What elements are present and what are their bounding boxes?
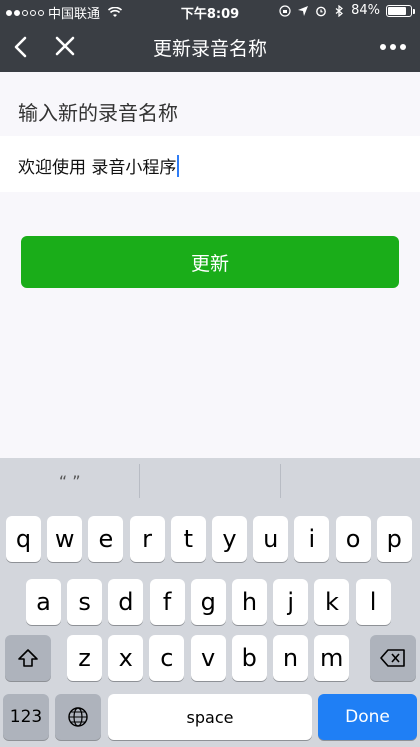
key-u[interactable]: u	[253, 516, 289, 562]
input-text: 欢迎使用 录音小程序	[18, 158, 177, 178]
key-f[interactable]: f	[149, 579, 185, 625]
name-input-value[interactable]: 欢迎使用 录音小程序	[18, 153, 180, 178]
key-a[interactable]: a	[26, 579, 61, 625]
key-q[interactable]: q	[6, 516, 41, 562]
key-n[interactable]: n	[273, 635, 308, 681]
key-p[interactable]: p	[376, 516, 412, 562]
status-right: 84%	[279, 3, 415, 18]
suggestion-empty[interactable]	[281, 458, 420, 504]
keyboard: “ ” q w e r t y u i o p a s d f g h j k l z x c v b n m 123 space Do…	[0, 458, 420, 747]
key-k[interactable]: k	[314, 579, 350, 625]
shift-key[interactable]	[5, 635, 51, 681]
key-o[interactable]: o	[335, 516, 371, 562]
key-j[interactable]: j	[273, 579, 309, 625]
key-t[interactable]: t	[170, 516, 206, 562]
backspace-icon	[380, 649, 405, 667]
battery-level	[388, 6, 407, 15]
key-d[interactable]: d	[108, 579, 144, 625]
done-key[interactable]: Done	[318, 694, 417, 740]
page-title: 更新录音名称	[152, 38, 267, 60]
header: 中国联通 下午8:09 84% 更新录音名称	[0, 0, 420, 72]
space-key[interactable]: space	[108, 694, 312, 740]
suggestion-quotes[interactable]: “ ”	[0, 458, 139, 504]
status-bar: 中国联通 下午8:09 84%	[0, 0, 420, 22]
location-icon	[298, 5, 309, 16]
battery-icon	[386, 4, 415, 17]
backspace-key[interactable]	[370, 635, 416, 681]
key-y[interactable]: y	[212, 516, 247, 562]
key-e[interactable]: e	[88, 516, 124, 562]
key-x[interactable]: x	[108, 635, 144, 681]
key-m[interactable]: m	[314, 635, 350, 681]
key-s[interactable]: s	[67, 579, 103, 625]
key-r[interactable]: r	[129, 516, 165, 562]
language-key[interactable]	[55, 694, 101, 740]
key-z[interactable]: z	[67, 635, 102, 681]
suggestion-bar: “ ”	[0, 458, 420, 504]
key-w[interactable]: w	[47, 516, 83, 562]
key-g[interactable]: g	[190, 579, 226, 625]
key-h[interactable]: h	[232, 579, 267, 625]
shift-icon	[18, 649, 38, 667]
battery-percent: 84%	[351, 3, 380, 18]
globe-icon	[68, 707, 88, 727]
name-field-label: 输入新的录音名称	[18, 101, 178, 125]
navbar: 更新录音名称	[0, 22, 420, 72]
bluetooth-icon	[335, 4, 344, 17]
key-b[interactable]: b	[231, 635, 267, 681]
key-l[interactable]: l	[355, 579, 391, 625]
key-c[interactable]: c	[149, 635, 185, 681]
key-i[interactable]: i	[294, 516, 330, 562]
name-input[interactable]: 欢迎使用 录音小程序	[0, 136, 420, 192]
key-v[interactable]: v	[190, 635, 226, 681]
more-icon[interactable]	[380, 44, 406, 50]
numbers-key[interactable]: 123	[3, 694, 49, 740]
text-caret	[177, 154, 180, 177]
alarm-icon	[316, 6, 326, 16]
suggestion-empty[interactable]	[140, 458, 279, 504]
orientation-lock-icon	[279, 4, 291, 17]
update-button[interactable]: 更新	[21, 236, 399, 288]
